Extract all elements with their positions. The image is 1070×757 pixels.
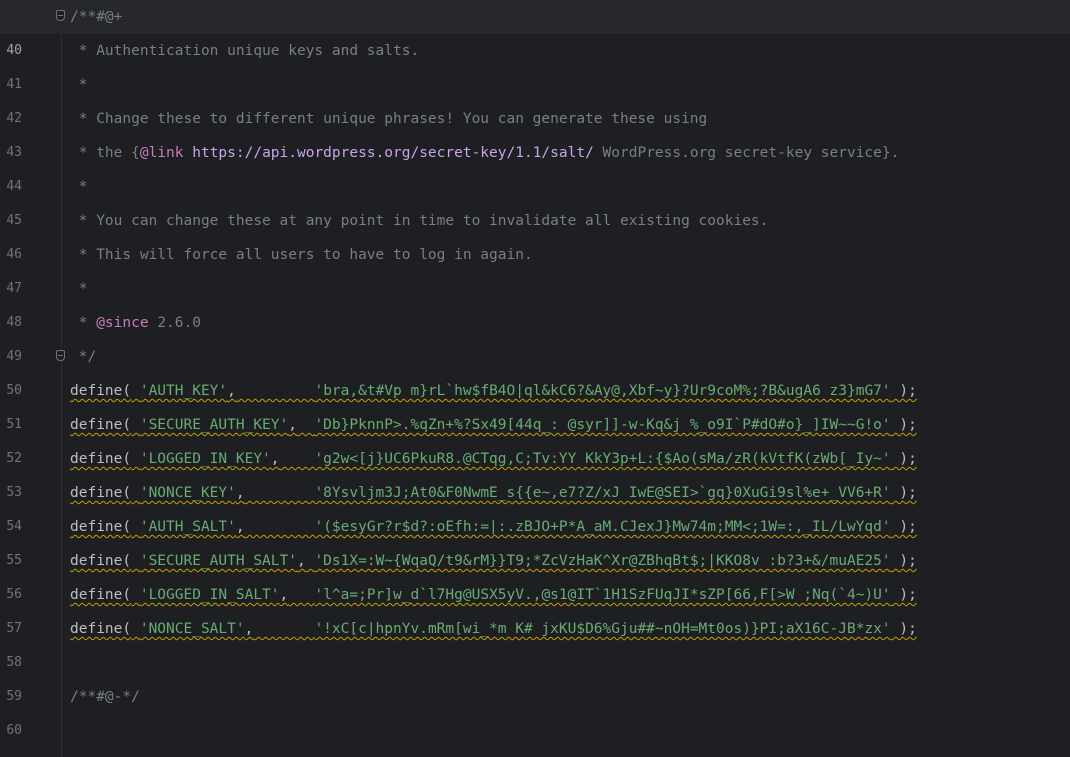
code-line[interactable]: 57 define( 'LOGGED_IN_SALT', 'l^a=;Pr]w_…: [0, 578, 1070, 636]
define-statement: define( 'LOGGED_IN_SALT', 'l^a=;Pr]w_d`l…: [70, 578, 917, 612]
code-line[interactable]: 46 * You can change these at any point i…: [0, 204, 1070, 262]
code-line[interactable]: 51 define( 'AUTH_KEY', 'bra,&t#Vp m}rL`h…: [0, 374, 1070, 432]
code-line[interactable]: 53 define( 'LOGGED_IN_KEY', 'g2w<[j}UC6P…: [0, 442, 1070, 500]
code-editor[interactable]: 40 /**#@+ 41 * Authentication unique key…: [0, 0, 1070, 757]
comment-text: 2.6.0: [148, 315, 201, 331]
function-name: define(: [70, 587, 132, 603]
code-text: */: [70, 349, 97, 365]
constant-value: 'Ds1X=:W~{WqaQ/t9&rM}}T9;*ZcVzHaK^Xr@ZBh…: [314, 553, 891, 569]
padding: [245, 519, 315, 535]
padding: [245, 485, 315, 501]
code-line[interactable]: 41 * Authentication unique keys and salt…: [0, 34, 1070, 92]
code-line[interactable]: 45 *: [0, 170, 1070, 228]
function-name: define(: [70, 383, 132, 399]
code-line[interactable]: 52 define( 'SECURE_AUTH_KEY', 'Db}PknnP>…: [0, 408, 1070, 466]
code-line[interactable]: 40 /**#@+: [0, 0, 1070, 58]
constant-value: '($esyGr?r$d?:oEfh:=|:.zBJO+P*A_aM.CJexJ…: [314, 519, 891, 535]
function-name: define(: [70, 417, 132, 433]
comma: ,: [227, 383, 236, 399]
define-statement: define( 'NONCE_SALT', '!xC[c|hpnYv.mRm[w…: [70, 612, 917, 646]
statement-end: );: [890, 519, 917, 535]
code-text: *: [70, 77, 88, 93]
code-line[interactable]: 48 *: [0, 272, 1070, 330]
code-line[interactable]: 44 * the {@link https://api.wordpress.or…: [0, 136, 1070, 194]
code-line[interactable]: 43 * Change these to different unique ph…: [0, 102, 1070, 160]
code-line[interactable]: 42 *: [0, 68, 1070, 126]
code-line[interactable]: 55 define( 'AUTH_SALT', '($esyGr?r$d?:oE…: [0, 510, 1070, 568]
code-text: *: [70, 281, 88, 297]
constant-name: 'LOGGED_IN_KEY': [139, 451, 271, 467]
statement-end: );: [890, 621, 917, 637]
constant-name: 'SECURE_AUTH_SALT': [139, 553, 297, 569]
function-name: define(: [70, 519, 132, 535]
code-text: /**#@+: [70, 9, 123, 25]
define-statement: define( 'LOGGED_IN_KEY', 'g2w<[j}UC6PkuR…: [70, 442, 917, 476]
code-line[interactable]: 50 */: [0, 340, 1070, 398]
define-statement: define( 'AUTH_KEY', 'bra,&t#Vp m}rL`hw$f…: [70, 374, 917, 408]
constant-value: 'l^a=;Pr]w_d`l7Hg@USX5yV.,@s1@IT`1H1SzFU…: [314, 587, 891, 603]
statement-end: );: [890, 383, 917, 399]
comma: ,: [296, 553, 306, 569]
code-text: *: [70, 179, 88, 195]
constant-name: 'LOGGED_IN_SALT': [139, 587, 280, 603]
code-line[interactable]: 54 define( 'NONCE_KEY', '8Ysvljm3J;At0&F…: [0, 476, 1070, 534]
define-statement: define( 'SECURE_AUTH_SALT', 'Ds1X=:W~{Wq…: [70, 544, 917, 578]
constant-name: 'NONCE_KEY': [139, 485, 236, 501]
padding: [297, 417, 314, 433]
comma: ,: [279, 587, 289, 603]
padding: [253, 621, 314, 637]
padding: [280, 451, 315, 467]
define-statement: define( 'NONCE_KEY', '8Ysvljm3J;At0&F0Nw…: [70, 476, 917, 510]
function-name: define(: [70, 451, 132, 467]
code-text: * @since 2.6.0: [70, 306, 201, 340]
comma: ,: [270, 451, 280, 467]
doc-tag: @since: [96, 315, 149, 331]
statement-end: );: [890, 553, 917, 569]
fold-collapse-icon[interactable]: [56, 10, 65, 21]
fold-end-icon[interactable]: [56, 350, 65, 361]
code-line[interactable]: 56 define( 'SECURE_AUTH_SALT', 'Ds1X=:W~…: [0, 544, 1070, 602]
code-text: * Authentication unique keys and salts.: [70, 43, 420, 59]
code-text: * You can change these at any point in t…: [70, 213, 769, 229]
code-line[interactable]: 47 * This will force all users to have t…: [0, 238, 1070, 296]
code-line[interactable]: 59: [0, 646, 1070, 704]
line-number: 61: [0, 748, 22, 757]
constant-name: 'AUTH_SALT': [139, 519, 236, 535]
comma: ,: [288, 417, 297, 433]
function-name: define(: [70, 553, 132, 569]
code-text: /**#@-*/: [70, 689, 140, 705]
statement-end: );: [890, 587, 917, 603]
code-line[interactable]: 60 /**#@-*/: [0, 680, 1070, 738]
padding: [236, 383, 315, 399]
define-statement: define( 'AUTH_SALT', '($esyGr?r$d?:oEfh:…: [70, 510, 917, 544]
code-line[interactable]: 61: [0, 714, 1070, 748]
comment-text: *: [70, 315, 97, 331]
constant-name: 'SECURE_AUTH_KEY': [139, 417, 289, 433]
code-line[interactable]: 49 * @since 2.6.0: [0, 306, 1070, 364]
define-statement: define( 'SECURE_AUTH_KEY', 'Db}PknnP>.%q…: [70, 408, 917, 442]
doc-tag: @link: [139, 145, 184, 161]
comment-text: WordPress.org secret-key service}.: [593, 145, 900, 161]
statement-end: );: [890, 451, 917, 467]
function-name: define(: [70, 621, 132, 637]
code-text: * This will force all users to have to l…: [70, 247, 533, 263]
comma: ,: [235, 485, 245, 501]
statement-end: );: [890, 485, 917, 501]
constant-value: 'g2w<[j}UC6PkuR8.@CTqg,C;Tv:YY KkY3p+L:{…: [314, 451, 891, 467]
padding: [288, 587, 314, 603]
constant-name: 'NONCE_SALT': [139, 621, 245, 637]
code-line[interactable]: 58 define( 'NONCE_SALT', '!xC[c|hpnYv.mR…: [0, 612, 1070, 670]
comma: ,: [235, 519, 245, 535]
doc-link[interactable]: https://api.wordpress.org/secret-key/1.1…: [184, 145, 594, 161]
constant-name: 'AUTH_KEY': [139, 383, 228, 399]
function-name: define(: [70, 485, 132, 501]
constant-value: 'bra,&t#Vp m}rL`hw$fB4O|ql&kC6?&Ay@,Xbf~…: [314, 383, 891, 399]
constant-value: '8Ysvljm3J;At0&F0NwmE_s{{e~,e7?Z/xJ IwE@…: [314, 485, 891, 501]
code-text: * Change these to different unique phras…: [70, 111, 708, 127]
statement-end: );: [890, 417, 917, 433]
comment-text: * the {: [70, 145, 140, 161]
code-text: * the {@link https://api.wordpress.org/s…: [70, 136, 900, 170]
constant-value: 'Db}PknnP>.%qZn+%?Sx49[44q_: @syr]]-w-Kq…: [314, 417, 891, 433]
constant-value: '!xC[c|hpnYv.mRm[wi_*m K# jxKU$D6%Gju##~…: [314, 621, 891, 637]
